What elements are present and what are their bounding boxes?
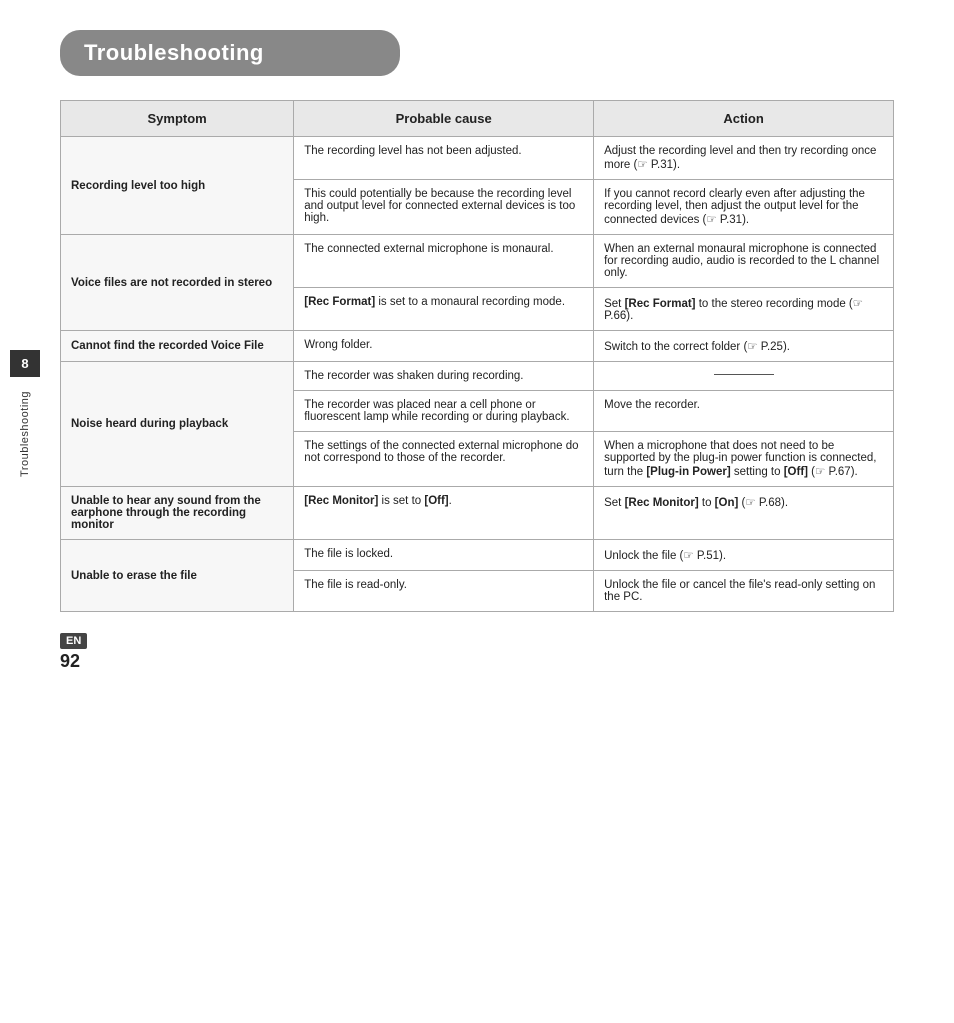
table-row: Voice files are not recorded in stereoTh… <box>61 235 894 288</box>
action-cell: When a microphone that does not need to … <box>594 432 894 487</box>
page-number: 92 <box>60 651 80 672</box>
header-cause: Probable cause <box>294 101 594 137</box>
cause-cell: The recorder was placed near a cell phon… <box>294 391 594 432</box>
cause-cell: This could potentially be because the re… <box>294 180 594 235</box>
bottom-left: EN 92 <box>60 633 87 672</box>
symptom-cell: Unable to erase the file <box>61 540 294 612</box>
page-wrapper: Troubleshooting Symptom Probable cause A… <box>0 0 954 692</box>
table-row: Unable to erase the fileThe file is lock… <box>61 540 894 571</box>
sidebar-label: Troubleshooting <box>19 391 31 477</box>
cause-cell: [Rec Format] is set to a monaural record… <box>294 288 594 331</box>
table-row: Noise heard during playbackThe recorder … <box>61 362 894 391</box>
cause-cell: The recording level has not been adjuste… <box>294 137 594 180</box>
symptom-cell: Recording level too high <box>61 137 294 235</box>
dash-line <box>714 374 774 375</box>
action-cell: When an external monaural microphone is … <box>594 235 894 288</box>
action-cell: Move the recorder. <box>594 391 894 432</box>
language-label: EN <box>60 633 87 649</box>
sidebar: 8 Troubleshooting <box>10 350 40 477</box>
cause-cell: The file is read-only. <box>294 571 594 612</box>
action-cell: Adjust the recording level and then try … <box>594 137 894 180</box>
table-row: Unable to hear any sound from the earpho… <box>61 487 894 540</box>
symptom-cell: Noise heard during playback <box>61 362 294 487</box>
action-cell: Switch to the correct folder (☞ P.25). <box>594 331 894 362</box>
symptom-cell: Cannot find the recorded Voice File <box>61 331 294 362</box>
action-cell: If you cannot record clearly even after … <box>594 180 894 235</box>
action-cell: Set [Rec Monitor] to [On] (☞ P.68). <box>594 487 894 540</box>
cause-cell: The file is locked. <box>294 540 594 571</box>
action-cell: Unlock the file (☞ P.51). <box>594 540 894 571</box>
cause-cell: Wrong folder. <box>294 331 594 362</box>
header-action: Action <box>594 101 894 137</box>
symptom-cell: Voice files are not recorded in stereo <box>61 235 294 331</box>
table-row: Recording level too highThe recording le… <box>61 137 894 180</box>
action-cell: Set [Rec Format] to the stereo recording… <box>594 288 894 331</box>
troubleshooting-table: Symptom Probable cause Action Recording … <box>60 100 894 612</box>
cause-cell: The settings of the connected external m… <box>294 432 594 487</box>
title-bar: Troubleshooting <box>60 30 400 76</box>
table-row: Cannot find the recorded Voice FileWrong… <box>61 331 894 362</box>
cause-cell: The recorder was shaken during recording… <box>294 362 594 391</box>
cause-cell: The connected external microphone is mon… <box>294 235 594 288</box>
action-cell <box>594 362 894 391</box>
sidebar-number: 8 <box>10 350 40 377</box>
symptom-cell: Unable to hear any sound from the earpho… <box>61 487 294 540</box>
action-cell: Unlock the file or cancel the file's rea… <box>594 571 894 612</box>
cause-cell: [Rec Monitor] is set to [Off]. <box>294 487 594 540</box>
header-symptom: Symptom <box>61 101 294 137</box>
page-title: Troubleshooting <box>84 40 376 66</box>
